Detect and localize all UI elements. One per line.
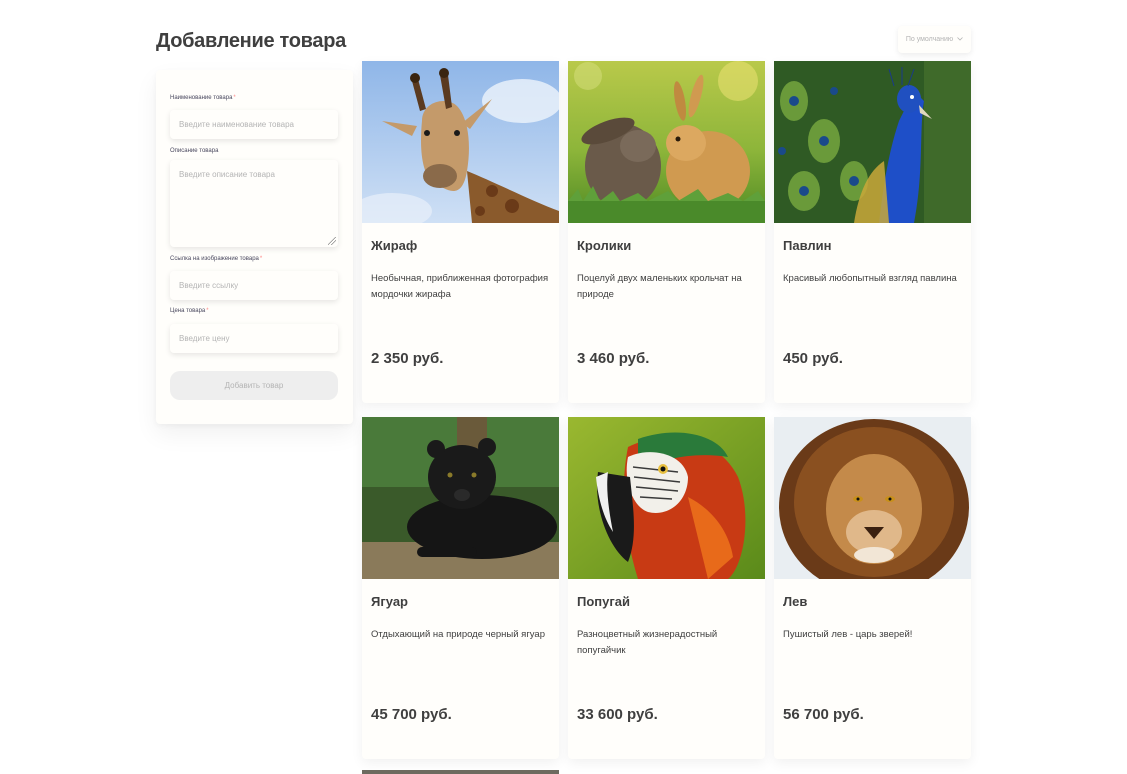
add-product-form: Наименование товара* Введите наименовани… [156, 70, 353, 424]
product-description: Отдыхающий на природе черный ягуар [371, 629, 546, 640]
product-image-label: Ссылка на изображение товара* [170, 256, 263, 262]
product-card[interactable]: Павлин Красивый любопытный взгляд павлин… [774, 61, 971, 403]
product-price: 33 600 руб. [577, 706, 658, 723]
product-image-placeholder: Введите ссылку [179, 281, 239, 290]
sort-select[interactable]: По умолчанию [898, 26, 971, 53]
product-price: 450 руб. [783, 350, 843, 367]
product-price: 3 460 руб. [577, 350, 650, 367]
product-name-label: Наименование товара* [170, 95, 236, 101]
resize-handle-icon[interactable] [328, 237, 336, 245]
product-price: 56 700 руб. [783, 706, 864, 723]
product-description: Пушистый лев - царь зверей! [783, 629, 913, 640]
page-title: Добавление товара [156, 30, 346, 52]
product-price: 45 700 руб. [371, 706, 452, 723]
product-name: Лев [783, 594, 808, 609]
sort-select-label: По умолчанию [905, 36, 954, 43]
rabbits-photo [568, 61, 765, 223]
product-description: Красивый любопытный взгляд павлина [783, 273, 957, 284]
product-name-placeholder: Введите наименование товара [179, 120, 295, 129]
product-name: Жираф [371, 238, 418, 253]
product-image-input[interactable]: Введите ссылку [170, 271, 338, 300]
product-price-input[interactable]: Введите цену [170, 324, 338, 353]
parrot-photo [568, 417, 765, 579]
jaguar-photo [362, 417, 559, 579]
product-price-placeholder: Введите цену [179, 334, 230, 343]
add-product-button[interactable]: Добавить товар [170, 371, 338, 400]
required-mark: * [206, 308, 209, 314]
product-name: Павлин [783, 238, 832, 253]
peacock-photo [774, 61, 971, 223]
product-description: Необычная, приближенная фотография мордо… [371, 273, 549, 300]
product-description: Разноцветный жизнерадостный попугайчик [577, 629, 718, 656]
product-card-next-row [362, 770, 559, 774]
product-card[interactable]: Кролики Поцелуй двух маленьких крольчат … [568, 61, 765, 403]
required-mark: * [233, 95, 236, 101]
product-name-input[interactable]: Введите наименование товара [170, 110, 338, 139]
chevron-down-icon [957, 36, 963, 43]
product-card[interactable]: Лев Пушистый лев - царь зверей! 56 700 р… [774, 417, 971, 759]
product-name: Ягуар [371, 594, 408, 609]
product-card[interactable]: Попугай Разноцветный жизнерадостный попу… [568, 417, 765, 759]
product-name: Попугай [577, 594, 631, 609]
product-price: 2 350 руб. [371, 350, 444, 367]
product-description-label: Описание товара [170, 148, 219, 154]
product-description-placeholder: Введите описание товара [179, 170, 275, 179]
product-description-textarea[interactable]: Введите описание товара [170, 160, 338, 247]
product-name: Кролики [577, 238, 632, 253]
product-price-label: Цена товара* [170, 308, 209, 314]
product-card[interactable]: Ягуар Отдыхающий на природе черный ягуар… [362, 417, 559, 759]
lion-photo [774, 417, 971, 579]
giraffe-photo [362, 61, 559, 223]
product-card[interactable]: Жираф Необычная, приближенная фотография… [362, 61, 559, 403]
product-description: Поцелуй двух маленьких крольчат на приро… [577, 273, 742, 300]
required-mark: * [259, 256, 263, 262]
